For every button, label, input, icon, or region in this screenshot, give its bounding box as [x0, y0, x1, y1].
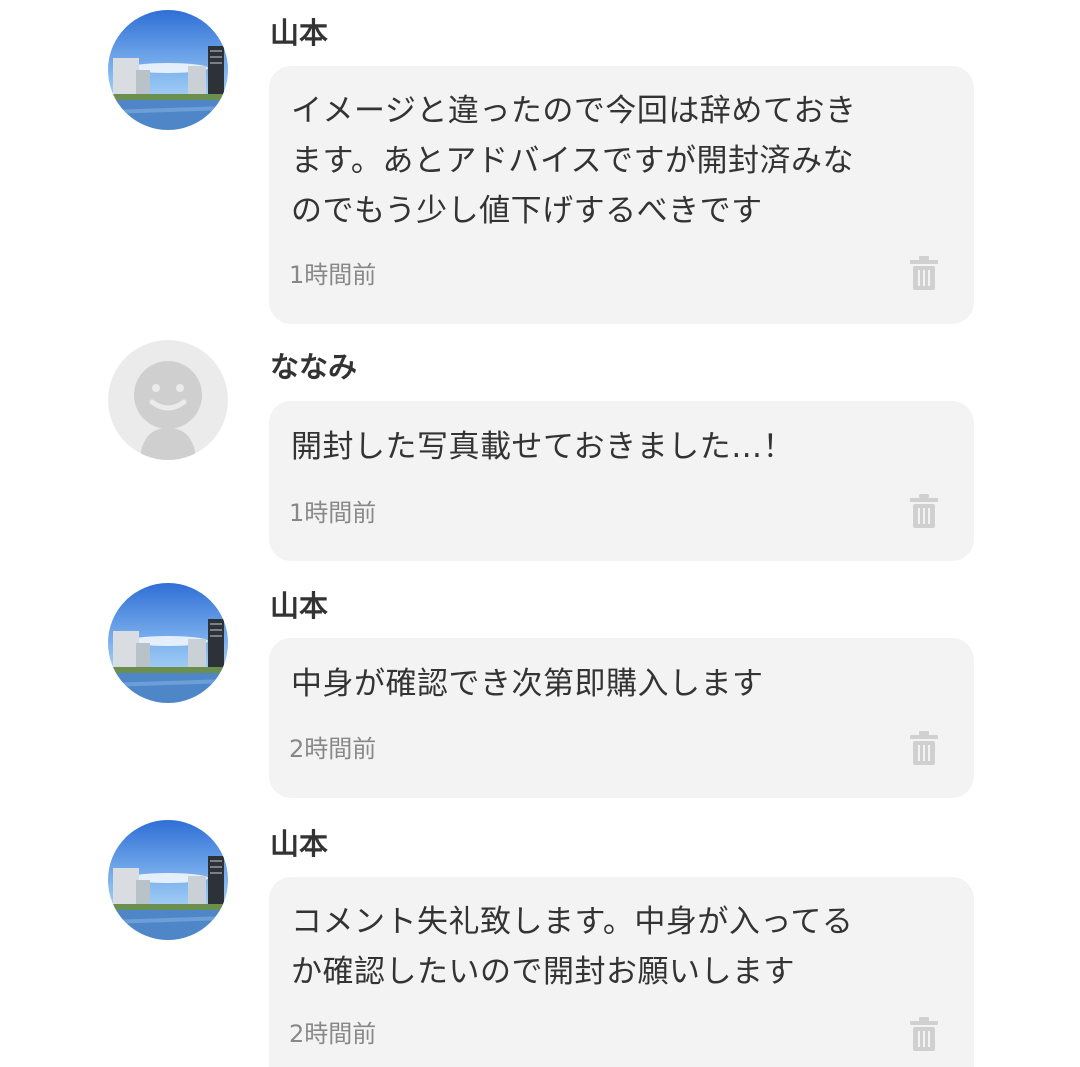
comment-text-line: イメージと違ったので今回は辞めておき: [291, 93, 857, 129]
username[interactable]: 山本: [270, 589, 328, 623]
trash-icon[interactable]: [909, 256, 939, 290]
comment-text-line: 中身が確認でき次第即購入します: [291, 666, 764, 702]
timestamp: 2時間前: [289, 1020, 377, 1048]
avatar[interactable]: [108, 583, 228, 703]
trash-icon[interactable]: [909, 494, 939, 528]
trash-icon[interactable]: [909, 731, 939, 765]
username[interactable]: 山本: [270, 16, 328, 50]
comment-text: イメージと違ったので今回は辞めておき ます。あとアドバイスですが開封済みな ので…: [291, 86, 956, 236]
comment-text-line: コメント失礼致します。中身が入ってる: [291, 904, 854, 940]
comment-text-line: のでもう少し値下げするべきです: [291, 193, 763, 229]
comment-text: 開封した写真載せておきました…！: [291, 422, 956, 472]
city-river-photo-icon: [108, 10, 228, 130]
comment-text-line: 開封した写真載せておきました…！: [291, 429, 795, 465]
comment-text: 中身が確認でき次第即購入します: [291, 659, 956, 709]
comment-bubble: 開封した写真載せておきました…！ 1時間前: [269, 401, 974, 561]
timestamp: 2時間前: [289, 735, 377, 763]
avatar[interactable]: [108, 820, 228, 940]
avatar[interactable]: [108, 340, 228, 460]
timestamp: 1時間前: [289, 261, 377, 289]
comment-bubble: コメント失礼致します。中身が入ってる か確認したいので開封お願いします 2時間前: [269, 877, 974, 1067]
comment-text: コメント失礼致します。中身が入ってる か確認したいので開封お願いします: [291, 897, 956, 997]
comment-text-line: か確認したいので開封お願いします: [291, 954, 795, 990]
comment-bubble: イメージと違ったので今回は辞めておき ます。あとアドバイスですが開封済みな ので…: [269, 66, 974, 324]
timestamp: 1時間前: [289, 499, 377, 527]
avatar[interactable]: [108, 10, 228, 130]
username[interactable]: ななみ: [270, 350, 357, 384]
city-river-photo-icon: [108, 820, 228, 940]
default-smiley-avatar-icon: [108, 340, 228, 460]
trash-icon[interactable]: [909, 1017, 939, 1051]
username[interactable]: 山本: [270, 827, 328, 861]
comment-text-line: ます。あとアドバイスですが開封済みな: [291, 143, 854, 179]
comment-bubble: 中身が確認でき次第即購入します 2時間前: [269, 638, 974, 798]
city-river-photo-icon: [108, 583, 228, 703]
